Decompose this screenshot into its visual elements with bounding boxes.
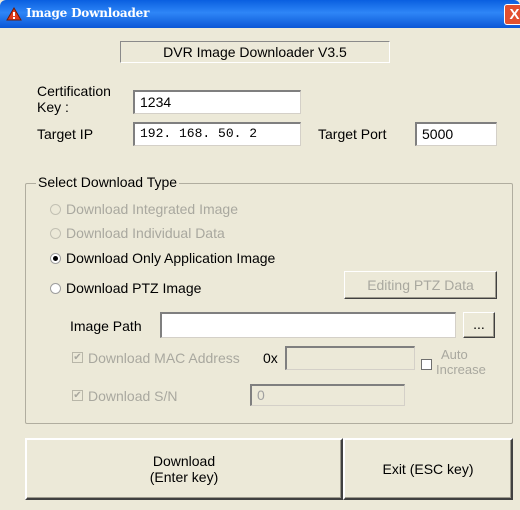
download-button[interactable]: Download (Enter key) xyxy=(25,438,343,500)
sn-checkbox[interactable]: ✔ xyxy=(72,390,83,401)
sn-label: Download S/N xyxy=(88,388,178,404)
checkmark-icon: ✔ xyxy=(73,390,82,401)
image-path-label: Image Path xyxy=(70,318,142,334)
version-label: DVR Image Downloader V3.5 xyxy=(120,41,390,63)
exit-button[interactable]: Exit (ESC key) xyxy=(343,438,513,500)
window-title: Image Downloader xyxy=(26,6,150,20)
download-button-label-line1: Download xyxy=(152,453,216,469)
editing-ptz-data-button[interactable]: Editing PTZ Data xyxy=(344,271,497,299)
radio-individual-data[interactable] xyxy=(50,228,61,239)
target-ip-input[interactable]: 192. 168. 50. 2 xyxy=(133,122,301,146)
radio-integrated-image-label: Download Integrated Image xyxy=(66,201,238,217)
image-path-input[interactable] xyxy=(160,312,456,338)
browse-button[interactable]: ... xyxy=(463,312,495,338)
radio-integrated-image[interactable] xyxy=(50,204,61,215)
certification-key-input[interactable]: 1234 xyxy=(133,90,301,114)
target-port-label: Target Port xyxy=(318,126,387,142)
title-bar[interactable]: Image Downloader X xyxy=(0,0,520,28)
radio-ptz-image-label: Download PTZ Image xyxy=(66,280,202,296)
close-button[interactable]: X xyxy=(504,4,520,25)
auto-increase-checkbox[interactable] xyxy=(421,359,432,370)
sn-input[interactable]: 0 xyxy=(250,384,405,406)
target-port-input[interactable]: 5000 xyxy=(415,122,497,146)
checkmark-icon: ✔ xyxy=(73,352,82,363)
radio-ptz-image[interactable] xyxy=(50,283,61,294)
download-type-group-label: Select Download Type xyxy=(36,174,180,190)
app-warning-icon xyxy=(6,7,22,21)
certification-key-label-line2: Key : xyxy=(37,99,69,115)
download-button-label-line2: (Enter key) xyxy=(149,469,219,485)
target-ip-label: Target IP xyxy=(37,126,94,142)
mac-address-label: Download MAC Address xyxy=(88,350,240,366)
mac-address-checkbox[interactable]: ✔ xyxy=(72,352,83,363)
radio-individual-data-label: Download Individual Data xyxy=(66,225,225,241)
auto-increase-label-line1: Auto xyxy=(441,347,468,362)
image-downloader-window: Image Downloader X DVR Image Downloader … xyxy=(0,0,520,510)
mac-prefix-label: 0x xyxy=(263,350,278,366)
certification-key-label-line1: Certification xyxy=(37,83,111,99)
close-icon: X xyxy=(509,6,520,23)
auto-increase-label-line2: Increase xyxy=(436,362,486,377)
mac-address-input[interactable] xyxy=(285,346,415,370)
radio-application-image-label: Download Only Application Image xyxy=(66,250,276,266)
radio-application-image[interactable] xyxy=(50,253,61,264)
